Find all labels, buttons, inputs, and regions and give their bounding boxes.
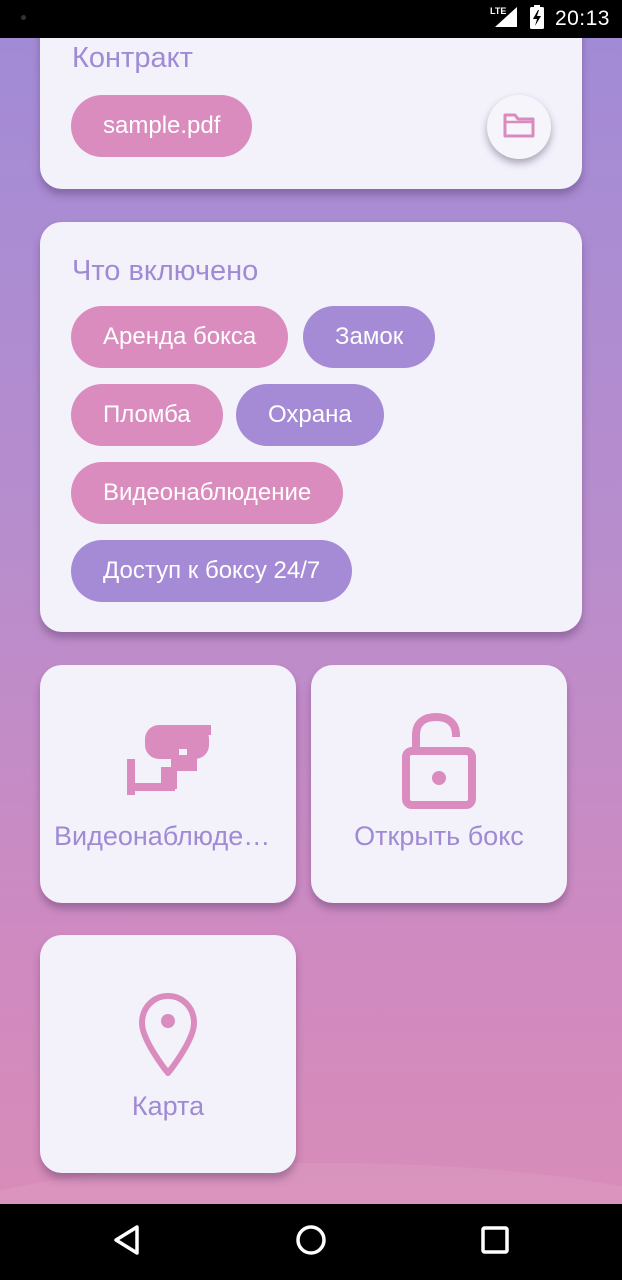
video-surveillance-tile-label: Видеонаблюдение bbox=[54, 821, 282, 851]
map-tile-label: Карта bbox=[131, 1091, 205, 1121]
navigation-bar bbox=[0, 1204, 622, 1280]
folder-icon bbox=[502, 111, 536, 144]
svg-text:LTE: LTE bbox=[490, 6, 506, 16]
chip-lock[interactable]: Замок bbox=[303, 306, 436, 368]
notification-dot bbox=[21, 15, 26, 20]
open-box-tile-label: Открыть бокс bbox=[354, 821, 524, 851]
back-button[interactable] bbox=[107, 1222, 147, 1262]
lock-open-icon bbox=[311, 713, 567, 809]
status-time: 20:13 bbox=[554, 7, 610, 30]
map-marker-icon bbox=[40, 991, 296, 1077]
map-tile[interactable]: Карта bbox=[40, 935, 296, 1173]
back-triangle-icon bbox=[112, 1224, 142, 1261]
recents-square-icon bbox=[480, 1225, 510, 1260]
home-circle-icon bbox=[294, 1223, 328, 1262]
chip-video-surveillance[interactable]: Видеонаблюдение bbox=[71, 462, 344, 524]
video-surveillance-tile[interactable]: Видеонаблюдение bbox=[40, 665, 296, 903]
chip-access-24-7[interactable]: Доступ к боксу 24/7 bbox=[71, 540, 353, 602]
status-icons: LTE 20:13 bbox=[489, 0, 610, 38]
folder-button[interactable] bbox=[487, 95, 551, 159]
contract-card: Контракт sample.pdf bbox=[40, 38, 582, 189]
contract-title: Контракт bbox=[72, 42, 193, 74]
battery-charging-icon bbox=[529, 4, 545, 34]
lte-signal-icon: LTE bbox=[489, 5, 519, 34]
contract-file-chip[interactable]: sample.pdf bbox=[71, 95, 253, 157]
recents-button[interactable] bbox=[475, 1222, 515, 1262]
cctv-camera-icon bbox=[40, 719, 296, 803]
included-card: Что включено Аренда бокса Замок Пломба О… bbox=[40, 222, 582, 632]
chip-seal[interactable]: Пломба bbox=[71, 384, 223, 446]
included-title: Что включено bbox=[72, 255, 259, 287]
home-button[interactable] bbox=[291, 1222, 331, 1262]
app-screen: Контракт sample.pdf Что включено Аренда … bbox=[0, 38, 622, 1204]
status-bar: LTE 20:13 bbox=[0, 0, 622, 38]
chip-box-rental[interactable]: Аренда бокса bbox=[71, 306, 289, 368]
open-box-tile[interactable]: Открыть бокс bbox=[311, 665, 567, 903]
chip-security[interactable]: Охрана bbox=[236, 384, 384, 446]
